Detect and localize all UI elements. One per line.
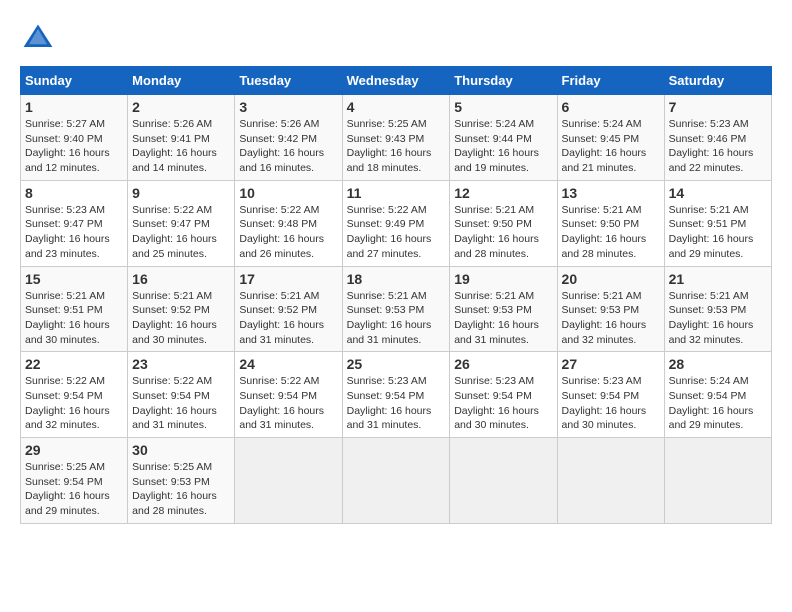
- calendar-week-row: 15 Sunrise: 5:21 AMSunset: 9:51 PMDaylig…: [21, 266, 772, 352]
- table-row: 16 Sunrise: 5:21 AMSunset: 9:52 PMDaylig…: [128, 266, 235, 352]
- table-row: 7 Sunrise: 5:23 AMSunset: 9:46 PMDayligh…: [664, 95, 771, 181]
- table-row: 3 Sunrise: 5:26 AMSunset: 9:42 PMDayligh…: [235, 95, 342, 181]
- empty-cell: [557, 438, 664, 524]
- col-wednesday: Wednesday: [342, 67, 450, 95]
- table-row: 20 Sunrise: 5:21 AMSunset: 9:53 PMDaylig…: [557, 266, 664, 352]
- table-row: 19 Sunrise: 5:21 AMSunset: 9:53 PMDaylig…: [450, 266, 557, 352]
- empty-cell: [664, 438, 771, 524]
- table-row: 1 Sunrise: 5:27 AMSunset: 9:40 PMDayligh…: [21, 95, 128, 181]
- calendar-week-row: 1 Sunrise: 5:27 AMSunset: 9:40 PMDayligh…: [21, 95, 772, 181]
- table-row: 26 Sunrise: 5:23 AMSunset: 9:54 PMDaylig…: [450, 352, 557, 438]
- table-row: 23 Sunrise: 5:22 AMSunset: 9:54 PMDaylig…: [128, 352, 235, 438]
- calendar-table: Sunday Monday Tuesday Wednesday Thursday…: [20, 66, 772, 524]
- logo: [20, 20, 62, 56]
- col-tuesday: Tuesday: [235, 67, 342, 95]
- table-row: 25 Sunrise: 5:23 AMSunset: 9:54 PMDaylig…: [342, 352, 450, 438]
- table-row: 8 Sunrise: 5:23 AMSunset: 9:47 PMDayligh…: [21, 180, 128, 266]
- page-header: [20, 20, 772, 56]
- table-row: 17 Sunrise: 5:21 AMSunset: 9:52 PMDaylig…: [235, 266, 342, 352]
- calendar-header: Sunday Monday Tuesday Wednesday Thursday…: [21, 67, 772, 95]
- empty-cell: [235, 438, 342, 524]
- col-saturday: Saturday: [664, 67, 771, 95]
- logo-icon: [20, 20, 56, 56]
- empty-cell: [342, 438, 450, 524]
- table-row: 14 Sunrise: 5:21 AMSunset: 9:51 PMDaylig…: [664, 180, 771, 266]
- table-row: 29 Sunrise: 5:25 AMSunset: 9:54 PMDaylig…: [21, 438, 128, 524]
- table-row: 18 Sunrise: 5:21 AMSunset: 9:53 PMDaylig…: [342, 266, 450, 352]
- col-friday: Friday: [557, 67, 664, 95]
- table-row: 28 Sunrise: 5:24 AMSunset: 9:54 PMDaylig…: [664, 352, 771, 438]
- calendar-week-row: 22 Sunrise: 5:22 AMSunset: 9:54 PMDaylig…: [21, 352, 772, 438]
- table-row: 5 Sunrise: 5:24 AMSunset: 9:44 PMDayligh…: [450, 95, 557, 181]
- calendar-week-row: 8 Sunrise: 5:23 AMSunset: 9:47 PMDayligh…: [21, 180, 772, 266]
- header-row: Sunday Monday Tuesday Wednesday Thursday…: [21, 67, 772, 95]
- table-row: 13 Sunrise: 5:21 AMSunset: 9:50 PMDaylig…: [557, 180, 664, 266]
- table-row: 15 Sunrise: 5:21 AMSunset: 9:51 PMDaylig…: [21, 266, 128, 352]
- table-row: 21 Sunrise: 5:21 AMSunset: 9:53 PMDaylig…: [664, 266, 771, 352]
- table-row: 4 Sunrise: 5:25 AMSunset: 9:43 PMDayligh…: [342, 95, 450, 181]
- table-row: 10 Sunrise: 5:22 AMSunset: 9:48 PMDaylig…: [235, 180, 342, 266]
- table-row: 24 Sunrise: 5:22 AMSunset: 9:54 PMDaylig…: [235, 352, 342, 438]
- table-row: 30 Sunrise: 5:25 AMSunset: 9:53 PMDaylig…: [128, 438, 235, 524]
- table-row: 12 Sunrise: 5:21 AMSunset: 9:50 PMDaylig…: [450, 180, 557, 266]
- table-row: 22 Sunrise: 5:22 AMSunset: 9:54 PMDaylig…: [21, 352, 128, 438]
- col-sunday: Sunday: [21, 67, 128, 95]
- table-row: 2 Sunrise: 5:26 AMSunset: 9:41 PMDayligh…: [128, 95, 235, 181]
- calendar-body: 1 Sunrise: 5:27 AMSunset: 9:40 PMDayligh…: [21, 95, 772, 524]
- table-row: 11 Sunrise: 5:22 AMSunset: 9:49 PMDaylig…: [342, 180, 450, 266]
- table-row: 27 Sunrise: 5:23 AMSunset: 9:54 PMDaylig…: [557, 352, 664, 438]
- table-row: 6 Sunrise: 5:24 AMSunset: 9:45 PMDayligh…: [557, 95, 664, 181]
- table-row: 9 Sunrise: 5:22 AMSunset: 9:47 PMDayligh…: [128, 180, 235, 266]
- col-monday: Monday: [128, 67, 235, 95]
- calendar-week-row: 29 Sunrise: 5:25 AMSunset: 9:54 PMDaylig…: [21, 438, 772, 524]
- col-thursday: Thursday: [450, 67, 557, 95]
- empty-cell: [450, 438, 557, 524]
